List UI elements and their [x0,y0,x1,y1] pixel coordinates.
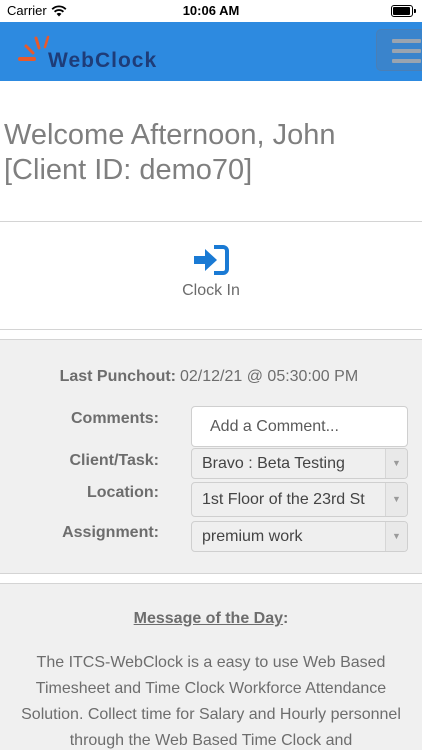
sign-in-icon [194,245,229,275]
clock-time: 10:06 AM [182,3,240,18]
motd-title-colon: : [283,610,289,627]
location-value: 1st Floor of the 23rd St [202,491,365,508]
client-task-select[interactable]: Bravo : Beta Testing ▼ [191,448,408,479]
welcome-heading: Welcome Afternoon, John [Client ID: demo… [4,118,414,188]
hamburger-menu-icon [392,39,421,43]
divider [0,573,422,574]
assignment-select[interactable]: premium work ▼ [191,521,408,552]
last-punchout-value: 02/12/21 @ 05:30:00 PM [180,368,359,385]
chevron-down-icon: ▼ [385,522,407,551]
punch-form: Last Punchout: 02/12/21 @ 05:30:00 PM Co… [0,340,422,573]
comment-input[interactable]: Add a Comment... [191,406,408,447]
client-id: [Client ID: demo70] [4,154,253,186]
hamburger-bar [392,49,421,53]
assignment-label: Assignment: [62,524,159,541]
client-task-label: Client/Task: [69,452,160,469]
logo-text: WebClock [48,49,158,72]
divider [0,221,422,222]
comments-label: Comments: [70,410,159,427]
message-of-the-day: Message of the Day: The ITCS-WebClock is… [0,584,422,750]
chevron-down-icon: ▼ [385,449,407,478]
status-bar: Carrier 10:06 AM [0,0,422,22]
hamburger-bar [392,59,421,63]
hamburger-menu-button[interactable] [376,29,422,71]
welcome-greeting: Welcome Afternoon, John [4,119,336,151]
app-header: WebClock [0,22,422,81]
motd-title-text: Message of the Day [133,610,284,627]
chevron-down-icon: ▼ [385,483,407,516]
divider [0,329,422,330]
motd-title: Message of the Day: [0,610,422,628]
last-punchout-label: Last Punchout: [59,368,176,385]
assignment-value: premium work [202,528,303,545]
battery-icon [391,5,416,17]
motd-body: The ITCS-WebClock is a easy to use Web B… [21,654,401,749]
location-label: Location: [87,484,159,501]
webclock-logo[interactable]: WebClock [18,32,198,72]
clock-in-label: Clock In [182,282,240,299]
clock-in-button[interactable]: Clock In [0,244,422,300]
client-task-value: Bravo : Beta Testing [202,455,345,472]
location-select[interactable]: 1st Floor of the 23rd St ▼ [191,482,408,517]
